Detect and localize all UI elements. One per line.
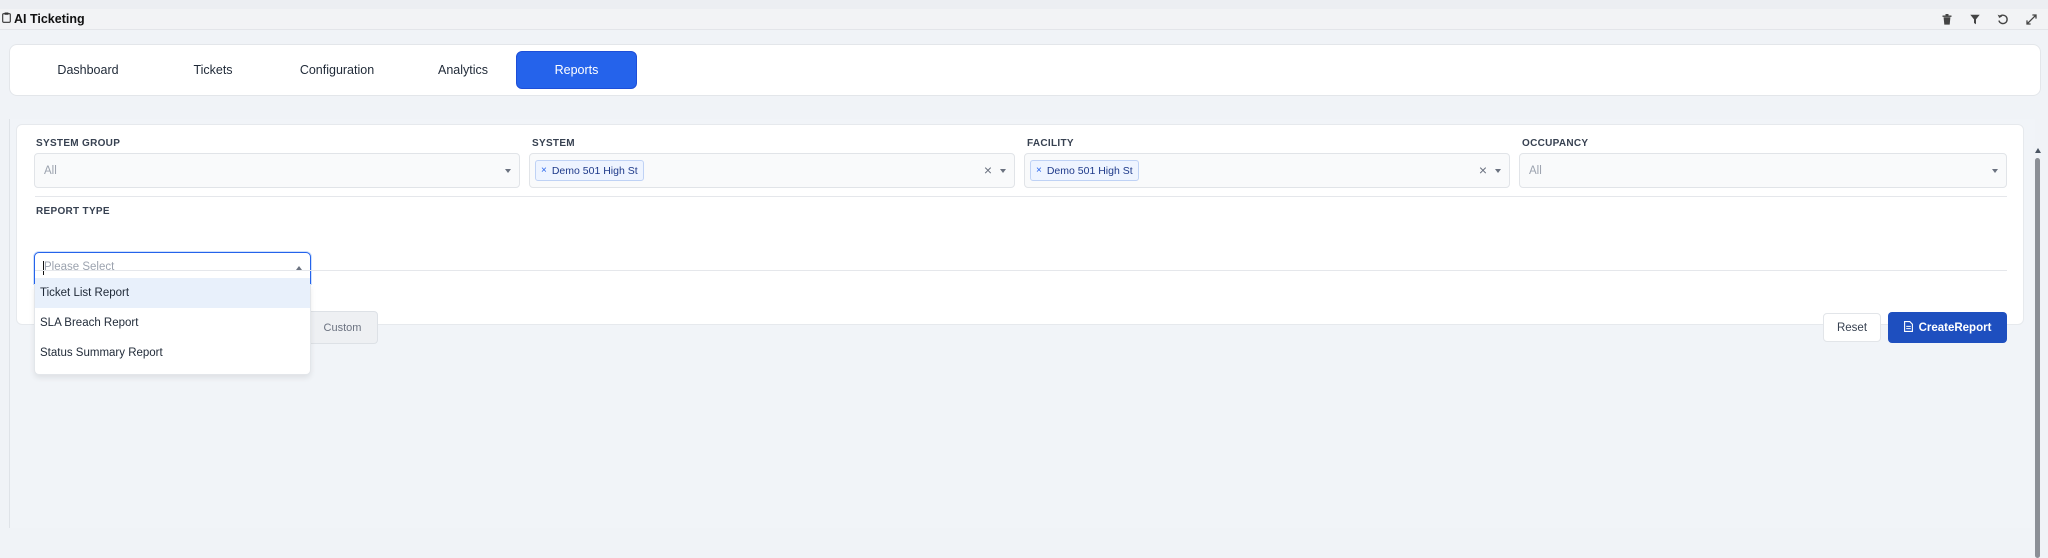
tab-bar: Dashboard Tickets Configuration Analytic… (9, 44, 2041, 96)
system-label: SYSTEM (532, 138, 575, 149)
tab-analytics[interactable]: Analytics (410, 51, 516, 89)
clear-icon[interactable]: × (984, 162, 992, 178)
title-bar: AI Ticketing (0, 9, 2048, 30)
scrollbar[interactable] (2033, 146, 2043, 558)
title-actions (1940, 11, 2038, 27)
scroll-up-icon[interactable] (2035, 148, 2041, 153)
refresh-icon[interactable] (1996, 11, 2010, 27)
scroll-thumb[interactable] (2035, 158, 2040, 558)
chevron-down-icon (1495, 169, 1501, 173)
occupancy-label: OCCUPANCY (1522, 138, 1589, 149)
document-icon (1903, 320, 1913, 335)
divider (35, 270, 2007, 271)
report-type-option[interactable]: SLA Breach Report (35, 308, 310, 338)
report-type-option[interactable]: Status Summary Report (35, 338, 310, 368)
report-type-label: REPORT TYPE (36, 206, 110, 217)
custom-button[interactable]: Custom (307, 311, 378, 344)
create-report-label: CreateReport (1918, 321, 1992, 334)
occupancy-value: All (1529, 164, 1542, 177)
system-group-select[interactable]: All (34, 153, 520, 188)
tab-tickets[interactable]: Tickets (160, 51, 266, 89)
main-content: Dashboard Tickets Configuration Analytic… (0, 30, 2048, 558)
chip-remove-icon[interactable]: × (1036, 165, 1042, 176)
filter-icon[interactable] (1968, 11, 1982, 27)
clear-icon[interactable]: × (1479, 162, 1487, 178)
system-chip-label: Demo 501 High St (551, 164, 638, 177)
clipboard-icon (2, 12, 11, 26)
system-chip: × Demo 501 High St (535, 160, 644, 181)
facility-label: FACILITY (1027, 138, 1074, 149)
expand-icon[interactable] (2024, 11, 2038, 27)
tab-configuration[interactable]: Configuration (284, 51, 390, 89)
chip-remove-icon[interactable]: × (541, 165, 547, 176)
divider (35, 196, 2007, 197)
chevron-down-icon (505, 169, 511, 173)
system-select[interactable]: × Demo 501 High St × (529, 153, 1015, 188)
report-type-dropdown: Ticket List Report SLA Breach Report Sta… (34, 278, 311, 375)
facility-chip: × Demo 501 High St (1030, 160, 1139, 181)
reset-button[interactable]: Reset (1823, 313, 1881, 342)
app-title: AI Ticketing (2, 11, 85, 27)
report-type-option[interactable]: Ticket List Report (35, 278, 310, 308)
occupancy-select[interactable]: All (1519, 153, 2007, 188)
tab-dashboard[interactable]: Dashboard (35, 51, 141, 89)
trash-icon[interactable] (1940, 11, 1954, 27)
chevron-down-icon (1992, 169, 1998, 173)
chevron-down-icon (1000, 169, 1006, 173)
facility-select[interactable]: × Demo 501 High St × (1024, 153, 1510, 188)
report-type-placeholder: Please Select (44, 261, 115, 273)
system-group-label: SYSTEM GROUP (36, 138, 121, 149)
text-cursor (43, 261, 44, 275)
create-report-button[interactable]: CreateReport (1888, 312, 2007, 343)
app-title-text: AI Ticketing (14, 12, 85, 26)
facility-chip-label: Demo 501 High St (1046, 164, 1133, 177)
tab-reports[interactable]: Reports (516, 51, 637, 89)
system-group-value: All (44, 164, 57, 177)
